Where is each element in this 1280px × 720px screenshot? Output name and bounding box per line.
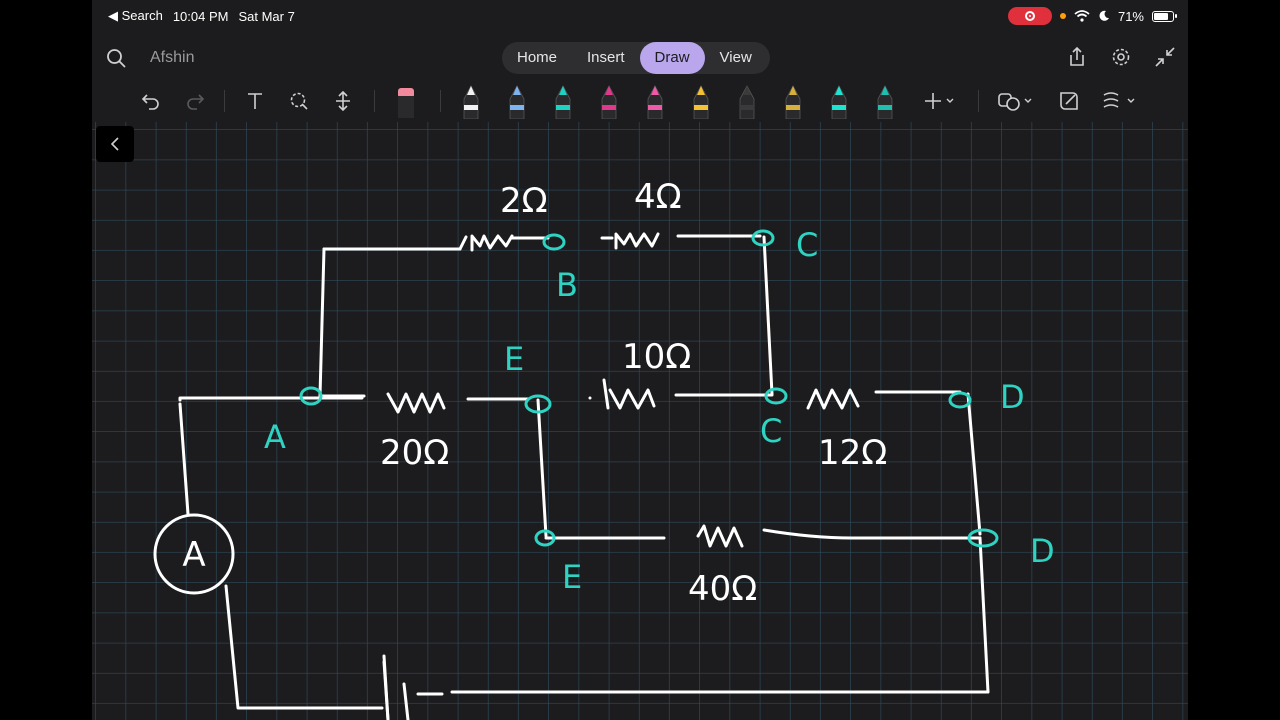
ink-to-shape-icon: [1060, 92, 1078, 110]
redo-button[interactable]: [184, 80, 206, 122]
pen-teal-button[interactable]: [552, 80, 574, 122]
status-bar: ◀ Search 10:04 PM Sat Mar 7 71%: [92, 0, 1188, 32]
shapes-button[interactable]: [996, 80, 1036, 122]
top-bar: Afshin Home Insert Draw View: [92, 36, 1188, 80]
chevron-left-icon: [110, 137, 119, 151]
pen-icon: [831, 85, 847, 119]
pen-pink-button[interactable]: [644, 80, 666, 122]
ammeter-label: A: [182, 535, 205, 575]
text-tool-button[interactable]: [244, 80, 266, 122]
draw-toolbar: [92, 80, 1188, 122]
status-date: Sat Mar 7: [238, 8, 295, 24]
lasso-icon: [290, 92, 308, 110]
pen-magenta-button[interactable]: [598, 80, 620, 122]
label-node-b: B: [556, 266, 578, 304]
plus-icon: [925, 93, 954, 109]
status-time: 10:04 PM: [172, 8, 229, 24]
pen-blue-button[interactable]: [506, 80, 528, 122]
tab-draw[interactable]: Draw: [639, 42, 705, 74]
settings-gear-icon[interactable]: [1110, 46, 1132, 68]
ink-replay-icon: [1103, 92, 1135, 108]
shapes-icon: [998, 93, 1032, 111]
pen-icon: [877, 85, 893, 119]
pen-gold-button[interactable]: [782, 80, 804, 122]
label-12-ohm: 12Ω: [818, 433, 887, 473]
collapse-icon[interactable]: [1154, 46, 1176, 68]
add-pen-button[interactable]: [922, 80, 956, 122]
tab-view[interactable]: View: [705, 42, 767, 74]
pen-icon: [739, 85, 755, 119]
label-node-d-bottom: D: [1030, 532, 1055, 570]
share-icon[interactable]: [1066, 46, 1088, 68]
redo-icon: [187, 94, 205, 110]
label-node-e-top: E: [504, 340, 524, 378]
undo-icon: [141, 94, 159, 110]
lasso-select-button[interactable]: [288, 80, 310, 122]
record-icon: [1024, 11, 1035, 21]
eraser-icon: [398, 88, 414, 118]
battery-icon: [1152, 10, 1177, 22]
label-node-c-top: C: [796, 226, 818, 264]
document-title[interactable]: Afshin: [150, 49, 194, 67]
label-node-c-mid: C: [760, 412, 782, 450]
label-2-ohm: 2Ω: [500, 181, 548, 221]
pen-dark-button[interactable]: [736, 80, 758, 122]
label-node-e-bottom: E: [562, 558, 582, 596]
pen-icon: [463, 85, 479, 119]
highlighter-teal-button[interactable]: [828, 80, 850, 122]
text-tool-icon: [248, 93, 262, 109]
undo-button[interactable]: [140, 80, 162, 122]
label-node-d-top: D: [1000, 378, 1025, 416]
app-window: ◀ Search 10:04 PM Sat Mar 7 71% Afshin H…: [92, 0, 1188, 720]
label-20-ohm: 20Ω: [380, 433, 449, 473]
top-right-actions: [1066, 46, 1176, 68]
insert-space-icon: [336, 91, 350, 111]
search-icon[interactable]: [106, 48, 126, 68]
eraser-button[interactable]: [394, 80, 418, 122]
label-40-ohm: 40Ω: [688, 569, 757, 609]
screen-recording-indicator[interactable]: [1007, 7, 1052, 25]
pen-icon: [785, 85, 801, 119]
insert-space-button[interactable]: [332, 80, 354, 122]
wifi-icon: [1074, 10, 1090, 22]
ribbon-tabs: Home Insert Draw View: [502, 42, 770, 74]
mic-in-use-dot: [1059, 13, 1066, 19]
tab-home[interactable]: Home: [502, 42, 572, 74]
back-button[interactable]: [96, 126, 134, 162]
pen-icon: [555, 85, 571, 119]
moon-icon: [1099, 10, 1109, 21]
pen-icon: [509, 85, 525, 119]
label-node-a: A: [264, 418, 286, 456]
pen-icon: [601, 85, 617, 119]
ink-to-text-button[interactable]: [1056, 80, 1082, 122]
pen-icon: [693, 85, 709, 119]
label-4-ohm: 4Ω: [634, 177, 682, 217]
pen-teal-2-button[interactable]: [874, 80, 896, 122]
tab-insert[interactable]: Insert: [572, 42, 640, 74]
pen-yellow-button[interactable]: [690, 80, 712, 122]
battery-percent: 71%: [1117, 8, 1144, 24]
label-10-ohm: 10Ω: [622, 337, 691, 377]
pen-white-button[interactable]: [460, 80, 482, 122]
drawing-canvas[interactable]: A 2Ω 4Ω 10Ω 20Ω 12Ω 40Ω B C E A C D E D: [92, 122, 1188, 720]
ink-options-button[interactable]: [1100, 80, 1140, 122]
pen-icon: [647, 85, 663, 119]
back-to-search-link[interactable]: ◀ Search: [108, 8, 163, 24]
